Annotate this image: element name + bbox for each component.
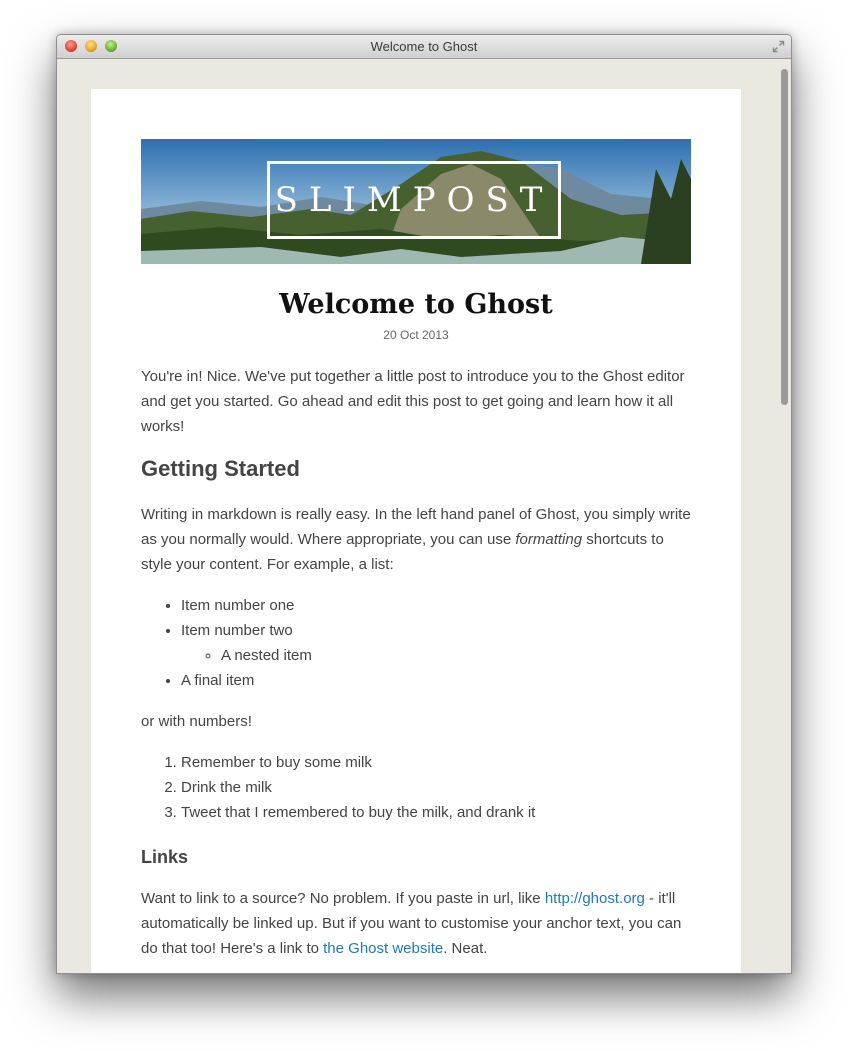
links-paragraph: Want to link to a source? No problem. If… — [141, 890, 682, 957]
browser-window: Welcome to Ghost SLIMPOST Welcome to Gho… — [56, 34, 792, 974]
list-item: Remember to buy some milk — [181, 750, 535, 775]
list-item: A final item — [181, 668, 312, 693]
scrollbar-thumb[interactable] — [781, 69, 788, 405]
title-bar[interactable]: Welcome to Ghost — [57, 35, 791, 59]
site-logo: SLIMPOST — [267, 161, 561, 239]
post-title: Welcome to Ghost — [279, 289, 553, 320]
markdown-paragraph: Writing in markdown is really easy. In t… — [141, 506, 691, 573]
window-title: Welcome to Ghost — [370, 39, 478, 54]
list-item: Drink the milk — [181, 775, 535, 800]
heading-getting-started: Getting Started — [141, 456, 300, 481]
post-card: SLIMPOST Welcome to Ghost 20 Oct 2013 Yo… — [91, 89, 741, 973]
heading-links: Links — [141, 847, 189, 867]
scrollbar[interactable] — [777, 59, 791, 973]
zoom-window-icon[interactable] — [105, 40, 117, 52]
formatting-emphasis: formatting — [515, 531, 583, 548]
list-item: Item number one — [181, 593, 312, 618]
header-banner[interactable]: SLIMPOST — [141, 139, 691, 264]
numbered-list: Remember to buy some milk Drink the milk… — [141, 750, 535, 825]
ghost-website-link[interactable]: the Ghost website — [323, 940, 443, 957]
fullscreen-arrows-icon[interactable] — [772, 40, 785, 53]
list-item: Item number two A nested item — [181, 618, 312, 668]
nested-list: A nested item — [181, 643, 312, 668]
list-item: Tweet that I remembered to buy the milk,… — [181, 800, 535, 825]
numbers-paragraph: or with numbers! — [141, 713, 252, 730]
page-viewport: SLIMPOST Welcome to Ghost 20 Oct 2013 Yo… — [57, 59, 791, 973]
intro-paragraph: You're in! Nice. We've put together a li… — [141, 368, 685, 435]
minimize-window-icon[interactable] — [85, 40, 97, 52]
list-item: A nested item — [221, 643, 312, 668]
bulleted-list: Item number one Item number two A nested… — [141, 593, 312, 693]
ghost-url-link[interactable]: http://ghost.org — [545, 890, 645, 907]
close-window-icon[interactable] — [65, 40, 77, 52]
post-date: 20 Oct 2013 — [383, 328, 449, 342]
